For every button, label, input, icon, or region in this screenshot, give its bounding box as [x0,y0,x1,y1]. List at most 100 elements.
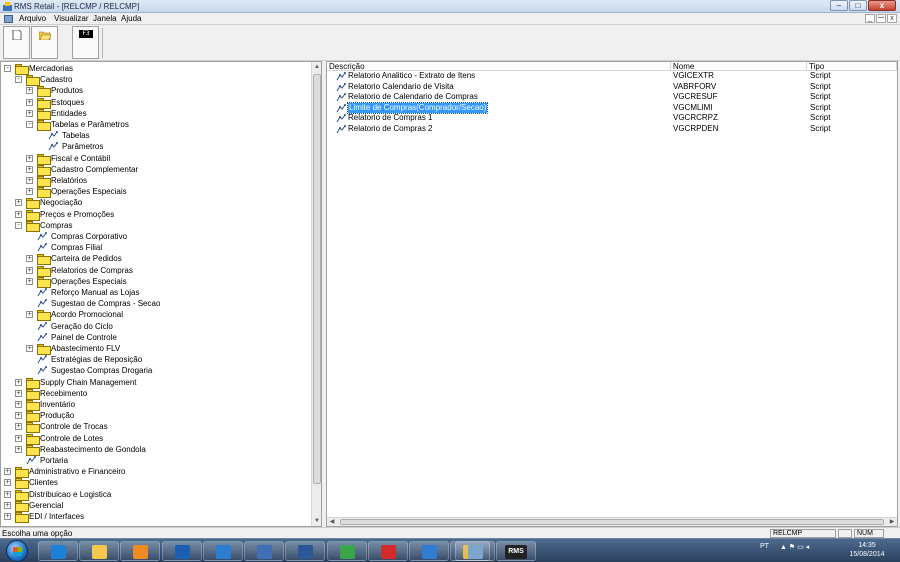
tree-item-label: Cadastro Complementar [51,164,139,174]
expand-icon[interactable]: + [15,389,22,397]
tree-item-label: Painel de Controle [51,332,117,342]
collapse-icon[interactable]: - [26,121,33,128]
tree-vertical-scrollbar[interactable]: ▲ ▼ [311,62,321,526]
word-taskbar-button[interactable] [285,541,325,561]
outlook-taskbar-button[interactable] [162,541,202,561]
maximize-button[interactable]: □ [849,0,867,11]
folder-icon [15,64,29,75]
mdi-close-button[interactable]: x [887,14,897,23]
expand-icon[interactable]: + [26,255,33,263]
main-area: - Mercadorias - Cadastro + Produtos + Estoques +… [0,61,900,527]
mdi-restore-button[interactable]: ꟷ [876,14,886,23]
expand-icon[interactable]: + [26,109,33,117]
expand-icon[interactable]: + [26,266,33,274]
list-row[interactable]: Relatorio Calendario de Visita VABRFORV Sc… [327,82,897,92]
expand-icon[interactable]: + [15,199,22,207]
expand-icon[interactable]: + [26,345,33,352]
rms-icon: RMS [505,545,527,559]
list-header: Descrição Nome Tipo [327,62,897,71]
mdi-minimize-button[interactable]: _ [865,14,875,23]
script-icon [336,114,347,123]
folder-icon [37,276,51,288]
tree-item-label: Controle de Trocas [40,422,108,432]
expand-icon[interactable]: + [15,445,22,453]
folder-icon [26,388,40,400]
installer-taskbar-button[interactable] [327,541,367,561]
title-bar: RMS Retail - [RELCMP / RELCMP] – □ x [0,0,900,13]
expand-icon[interactable]: + [15,423,22,431]
expand-icon[interactable]: + [15,434,22,442]
collapse-icon[interactable]: - [15,221,22,229]
cell-descricao: Relatorio de Compras 1 [348,113,433,123]
tree-item-label: Inventário [40,400,76,409]
expand-icon[interactable]: + [26,165,33,173]
status-program: RELCMP [770,529,836,538]
internet-explorer-taskbar-button[interactable] [38,541,78,561]
scrollbar-thumb[interactable] [313,74,321,484]
expand-icon[interactable]: + [4,468,11,476]
expand-icon[interactable]: + [26,177,33,184]
expand-icon[interactable]: + [15,378,22,386]
menu-visualizar[interactable]: Visualizar [54,14,89,24]
expand-icon[interactable]: + [26,188,33,196]
folder-icon [26,444,40,456]
collapse-icon[interactable]: - [15,76,22,84]
expand-icon[interactable]: + [15,412,22,420]
tree-item-label: Relatórios [51,176,88,185]
start-button[interactable] [6,540,28,562]
status-numlock: NUM [854,529,884,538]
expand-icon[interactable]: + [4,501,11,509]
list-row[interactable]: Relatorio de Compras 1 VGCRCRPZ Script [327,113,897,123]
close-button[interactable]: x [868,0,896,11]
menu-ajuda[interactable]: Ajuda [121,14,141,24]
update-taskbar-button[interactable] [409,541,449,561]
expand-icon[interactable]: + [15,210,22,218]
column-tipo[interactable]: Tipo [807,62,897,71]
list-row[interactable]: Relatorio de Compras 2 VGCRPDEN Script [327,124,897,134]
scroll-right-icon[interactable]: ▶ [887,518,897,526]
lync-taskbar-button[interactable] [203,541,243,561]
collapse-icon[interactable]: - [4,65,11,72]
cell-nome: VGICEXTR [673,71,714,80]
column-descricao[interactable]: Descrição [327,62,671,71]
scroll-up-icon[interactable]: ▲ [312,62,321,72]
minimize-button[interactable]: – [830,0,848,11]
rms-taskbar-button[interactable]: RMS [496,541,536,561]
list-horizontal-scrollbar[interactable]: ◀ ▶ [327,517,897,526]
scroll-down-icon[interactable]: ▼ [312,516,321,526]
column-nome[interactable]: Nome [671,62,807,71]
file-explorer-taskbar-button[interactable] [79,541,119,561]
expand-icon[interactable]: + [4,513,11,520]
expand-icon[interactable]: + [4,490,11,498]
list-row[interactable]: Relatorio de Calendario de Compras VGCRES… [327,92,897,102]
connector-taskbar-button[interactable] [244,541,284,561]
media-player-taskbar-button[interactable] [120,541,160,561]
menu-arquivo[interactable]: Arquivo [19,14,46,24]
expand-icon[interactable]: + [15,401,22,408]
folder-icon [37,153,51,165]
list-row[interactable]: Relatorio Analitico - Extrato de Itens VG… [327,71,897,81]
expand-icon[interactable]: + [26,277,33,285]
new-button[interactable] [3,26,30,59]
open-button[interactable] [31,26,58,59]
app-window-taskbar-button[interactable] [455,541,495,561]
pdf-reader-taskbar-button[interactable] [368,541,408,561]
list-row[interactable]: Limite de Compras(Comprador/Secao) VGCMLI… [327,101,897,114]
expand-icon[interactable]: + [26,154,33,162]
script-icon [37,332,48,342]
document-icon[interactable] [4,15,13,23]
cell-tipo: Script [810,124,831,133]
expand-icon[interactable]: + [26,87,33,95]
cell-nome: VGCRCRPZ [673,113,718,123]
clock[interactable]: 14:35 15/08/2014 [842,541,892,559]
scroll-left-icon[interactable]: ◀ [327,518,337,526]
tree-item-label: Sugestao Compras Drogaria [51,366,153,376]
menu-janela[interactable]: Janela [93,14,117,24]
f3-button[interactable]: F3 [72,26,99,59]
scrollbar-thumb[interactable] [340,519,884,525]
expand-icon[interactable]: + [26,311,33,319]
language-indicator[interactable]: PT [760,543,769,550]
tray-icons[interactable]: ▲ ⚑ ▭ ◂ [780,543,809,551]
expand-icon[interactable]: + [4,479,11,487]
expand-icon[interactable]: + [26,98,33,106]
